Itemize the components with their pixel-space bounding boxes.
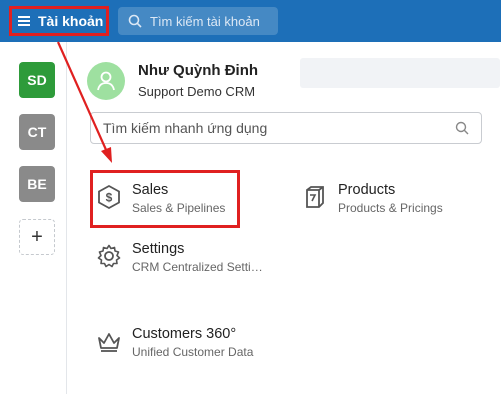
search-icon: [128, 14, 142, 28]
app-subtitle: Unified Customer Data: [132, 345, 254, 359]
add-workspace-button[interactable]: +: [19, 219, 55, 255]
workspace-sd[interactable]: SD: [19, 62, 55, 98]
top-bar: Tài khoản Tìm kiếm tài khoản: [0, 0, 501, 42]
account-search[interactable]: Tìm kiếm tài khoản: [118, 7, 278, 35]
user-icon: [97, 71, 115, 91]
app-title: Products: [338, 182, 396, 198]
app-search-input[interactable]: [101, 119, 445, 137]
user-subtitle: Support Demo CRM: [138, 84, 256, 99]
app-search: [90, 112, 482, 144]
products-icon: [306, 186, 324, 208]
sales-highlight-box: [90, 170, 240, 228]
avatar: [87, 62, 125, 100]
hamburger-icon: [18, 14, 30, 28]
app-products[interactable]: Products Products & Pricings: [302, 182, 468, 215]
account-menu-button[interactable]: Tài khoản: [9, 6, 109, 36]
background-placeholder: [300, 58, 500, 88]
app-customers-360[interactable]: Customers 360° Unified Customer Data: [96, 326, 268, 359]
app-settings[interactable]: Settings CRM Centralized Settings: [96, 241, 268, 274]
account-menu-label: Tài khoản: [38, 13, 104, 29]
app-subtitle: CRM Centralized Settings: [132, 260, 268, 274]
search-icon: [455, 121, 469, 135]
user-name: Như Quỳnh Đinh: [138, 62, 259, 79]
app-title: Customers 360°: [132, 326, 237, 342]
account-search-placeholder: Tìm kiếm tài khoản: [150, 13, 260, 29]
gear-icon: [97, 244, 121, 268]
crown-icon: [98, 333, 120, 352]
app-title: Settings: [132, 241, 185, 257]
workspace-be[interactable]: BE: [19, 166, 55, 202]
workspace-ct[interactable]: CT: [19, 114, 55, 150]
app-subtitle: Products & Pricings: [338, 201, 443, 215]
